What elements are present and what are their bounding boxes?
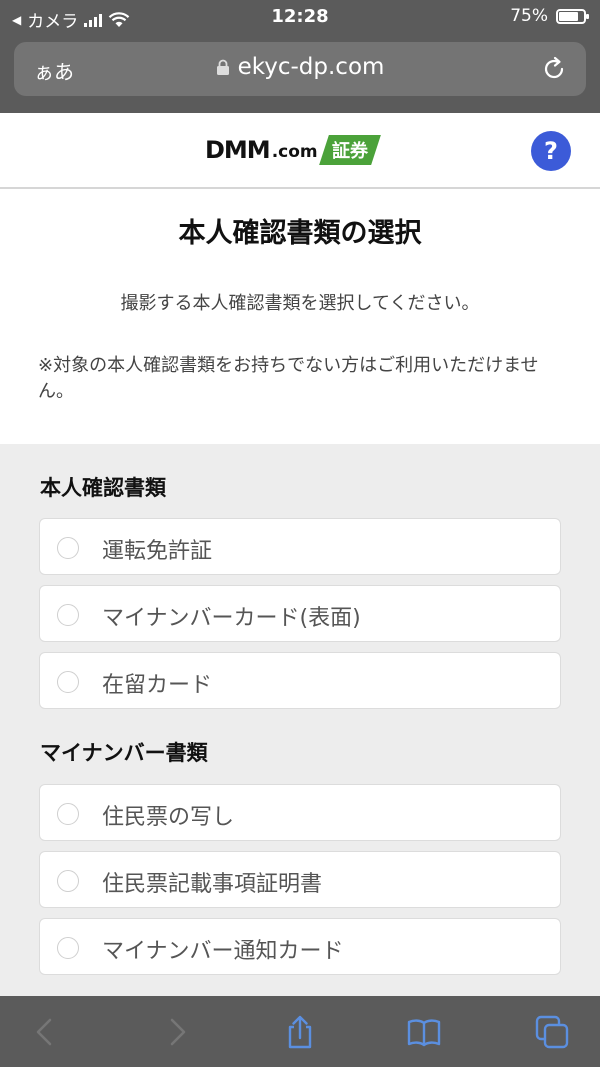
option-resident-record-certificate[interactable]: 住民票記載事項証明書 [39,851,561,908]
battery-percent: 75% [510,6,548,26]
page-title: 本人確認書類の選択 [178,218,422,249]
page-subtitle: 撮影する本人確認書類を選択してください。 [120,293,480,314]
logo-suffix-badge: 証券 [318,135,381,165]
browser-chrome: ◀ カメラ 12:28 75% ぁあ ekyc-dp.com [0,0,600,113]
option-label: マイナンバーカード(表面) [102,606,361,631]
forward-icon[interactable] [158,1014,194,1050]
option-resident-record-copy[interactable]: 住民票の写し [39,784,561,841]
logo-suffix-text: 証券 [331,141,368,162]
radio-button[interactable] [57,537,79,559]
site-header: DMM .com 証券 ? [0,113,600,189]
share-icon[interactable] [282,1014,318,1050]
reload-icon[interactable] [540,55,568,83]
option-drivers-license[interactable]: 運転免許証 [39,518,561,575]
radio-button[interactable] [57,870,79,892]
radio-button[interactable] [57,937,79,959]
option-my-number-notification-card[interactable]: マイナンバー通知カード [39,918,561,975]
intro-panel: 本人確認書類の選択 撮影する本人確認書類を選択してください。 ※対象の本人確認書… [0,189,600,444]
option-residence-card[interactable]: 在留カード [39,652,561,709]
option-label: マイナンバー通知カード [102,939,344,964]
radio-button[interactable] [57,803,79,825]
radio-button[interactable] [57,604,79,626]
option-my-number-card-front[interactable]: マイナンバーカード(表面) [39,585,561,642]
url-display[interactable]: ekyc-dp.com [14,54,586,80]
lock-icon [216,59,229,75]
address-bar[interactable]: ぁあ ekyc-dp.com [14,42,586,96]
status-bar: ◀ カメラ 12:28 75% [0,0,600,36]
dmm-logo[interactable]: DMM .com 証券 [205,135,381,165]
tabs-icon[interactable] [534,1014,570,1050]
option-label: 住民票の写し [102,805,235,830]
status-right: 75% [510,6,589,26]
option-label: 運転免許証 [102,539,213,564]
section-heading-my-number-documents: マイナンバー書類 [40,741,208,765]
help-button[interactable]: ? [531,131,571,171]
url-text: ekyc-dp.com [237,54,385,80]
back-icon[interactable] [28,1014,64,1050]
option-label: 在留カード [102,673,213,698]
logo-com-text: .com [271,142,318,162]
browser-toolbar [0,996,600,1067]
section-heading-identity-documents: 本人確認書類 [40,476,166,500]
page-note: ※対象の本人確認書類をお持ちでない方はご利用いただけません。 [38,355,539,402]
option-label: 住民票記載事項証明書 [102,872,323,897]
bookmarks-icon[interactable] [406,1014,442,1050]
logo-dmm-text: DMM [205,136,271,164]
battery-icon [556,8,589,24]
radio-button[interactable] [57,671,79,693]
